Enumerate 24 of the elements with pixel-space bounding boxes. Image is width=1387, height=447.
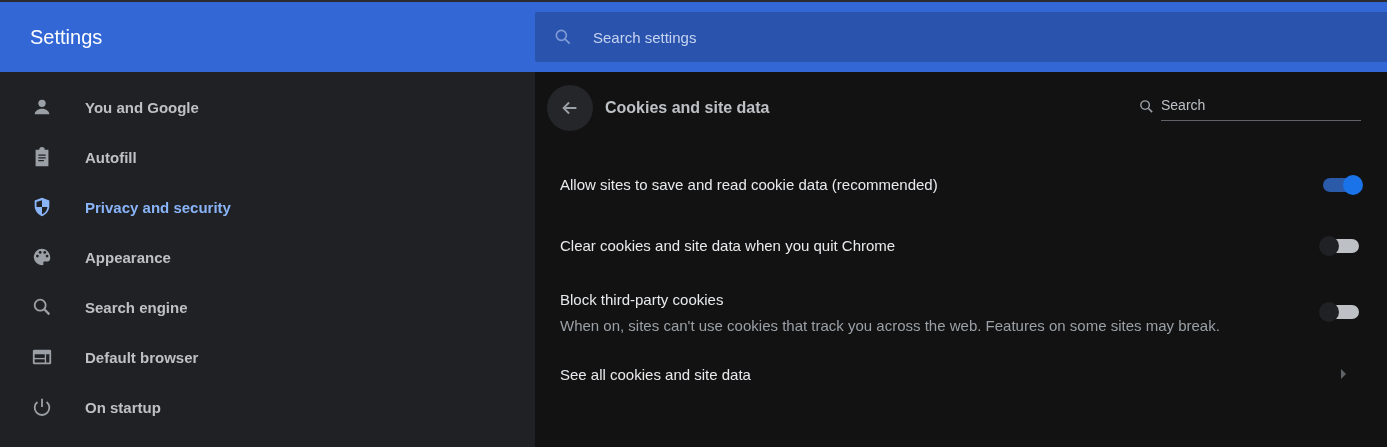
app-title: Settings (29, 25, 104, 49)
search-icon (553, 27, 573, 47)
sidebar-item[interactable]: You and Google (0, 82, 535, 132)
page-title: Cookies and site data (605, 99, 771, 117)
search-field[interactable]: Search settings (591, 27, 1387, 47)
chevron-right-icon[interactable] (1341, 369, 1347, 379)
sidebar-item[interactable]: Default browser (0, 332, 535, 382)
setting-label: Allow sites to save and read cookie data (recommended) (560, 176, 939, 193)
search-icon (31, 296, 53, 318)
sidebar-item[interactable]: Autofill (0, 132, 535, 182)
sidebar-item[interactable]: Appearance (0, 232, 535, 282)
sidebar-item[interactable]: Search engine (0, 282, 535, 332)
search-field[interactable]: Search (1161, 91, 1361, 121)
palette-icon (31, 246, 53, 268)
setting-label: See all cookies and site data (560, 365, 752, 383)
setting-label: Block third-party cookies (560, 290, 725, 308)
search-bar[interactable]: Search settings (535, 12, 1387, 62)
search-icon (1138, 97, 1155, 115)
back-button[interactable] (547, 85, 593, 131)
sidebar-item[interactable]: On startup (0, 382, 535, 432)
setting-label: Clear cookies and site data when you quit Chrome (560, 237, 897, 254)
setting-description: When on, sites can't use cookies that track you across the web. Features on some sites may break. (560, 316, 1221, 334)
power-icon (31, 396, 53, 418)
sidebar-item[interactable]: Privacy and security (0, 182, 535, 232)
